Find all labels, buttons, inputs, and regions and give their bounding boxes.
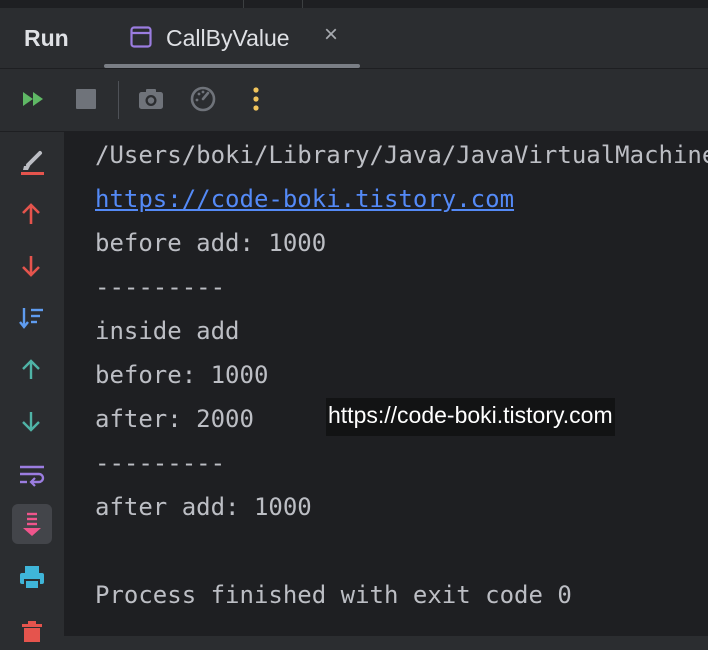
console-line: after add: 1000 [95,493,312,521]
console-line-command: /Users/boki/Library/Java/JavaVirtualMach… [95,141,708,169]
more-options-icon[interactable] [241,84,271,114]
trash-icon[interactable] [12,610,52,650]
print-icon[interactable] [12,558,52,598]
arrow-up-icon[interactable] [12,194,52,234]
console-side-toolbar [0,132,64,642]
watermark: https://code-boki.tistory.com [326,398,615,436]
run-toolbar [0,69,708,131]
next-occurrence-icon[interactable] [12,402,52,442]
tab-callbyvalue[interactable]: CallByValue × [104,8,360,68]
strip-divider [302,0,303,8]
scroll-to-end-icon[interactable] [12,504,52,544]
gauge-icon[interactable] [189,84,219,114]
console-line: before add: 1000 [95,229,327,257]
arrow-down-icon[interactable] [12,246,52,286]
tab-label: CallByValue [166,25,290,51]
console-line: --------- [95,449,226,477]
console-link[interactable]: https://code-boki.tistory.com [95,184,514,214]
toolbar-divider [118,81,119,119]
stop-icon[interactable] [72,84,102,114]
strip-divider [243,0,244,8]
rerun-icon[interactable] [20,84,50,114]
console-line: --------- [95,273,226,301]
clear-all-icon[interactable] [12,142,52,182]
soft-wrap-icon[interactable] [12,454,52,494]
previous-occurrence-icon[interactable] [12,350,52,390]
sort-lines-icon[interactable] [12,298,52,338]
camera-icon[interactable] [137,84,167,114]
console-line: inside add [95,317,240,345]
console-line-exit-status: Process finished with exit code 0 [95,581,572,609]
close-icon[interactable]: × [320,23,342,47]
top-strip [0,0,708,8]
tool-window-header: Run CallByValue × [0,8,708,68]
console-line: before: 1000 [95,361,269,389]
tool-window-title: Run [24,25,69,51]
console-line: after: 2000 [95,405,254,433]
console-output[interactable]: /Users/boki/Library/Java/JavaVirtualMach… [65,132,708,636]
application-window-icon [130,26,152,48]
